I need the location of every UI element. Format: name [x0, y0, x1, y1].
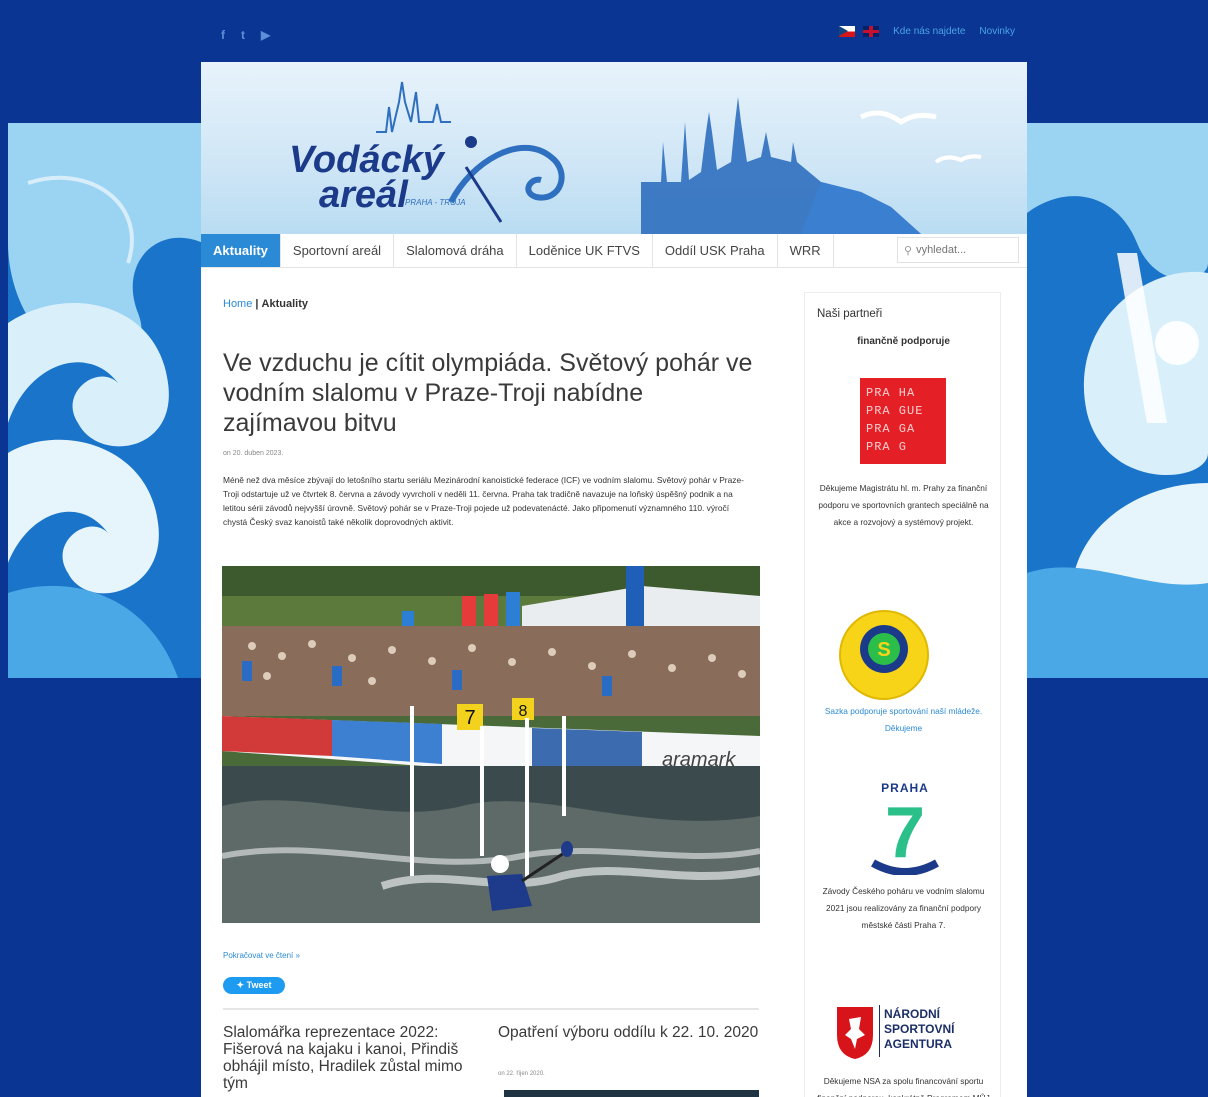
czech-flag-icon[interactable] [839, 26, 856, 37]
nav-item-lodenice[interactable]: Loděnice UK FTVS [517, 234, 653, 267]
header-banner: Vodácký areál PRAHA - TROJA [201, 62, 1027, 234]
uk-flag-icon[interactable] [863, 26, 880, 37]
breadcrumb-home-link[interactable]: Home [223, 298, 252, 310]
news-link[interactable]: Novinky [979, 26, 1015, 37]
nsa-logo[interactable]: NÁRODNÍ SPORTOVNÍ AGENTURA [835, 1005, 985, 1061]
nav-item-wrr[interactable]: WRR [778, 234, 834, 267]
tweet-label: Tweet [246, 980, 272, 990]
gate-number-8: 8 [519, 703, 528, 720]
youtube-icon[interactable]: ▶ [261, 28, 270, 42]
nsa-line: AGENTURA [884, 1037, 952, 1051]
nsa-text: Děkujeme NSA za spolu financování sportu… [817, 1076, 989, 1097]
right-wave-decoration [1027, 123, 1208, 678]
nav-item-aktuality[interactable]: Aktuality [201, 234, 281, 267]
svg-text:S: S [877, 639, 890, 661]
article-date: on 20. duben 2023. [223, 450, 284, 457]
article-title[interactable]: Ve vzduchu je cítit olympiáda. Světový p… [223, 348, 763, 438]
praha-logo[interactable]: PRA HA PRA GUE PRA GA PRA G [860, 378, 946, 464]
praha-logo-line: PRA GUE [866, 404, 924, 418]
praha7-text: Závody Českého poháru ve vodním slalomu … [822, 886, 985, 930]
praha-logo-line: PRA G [866, 440, 908, 454]
search-box[interactable]: ⚲ [897, 237, 1019, 263]
logo-tag: PRAHA - TROJA [405, 198, 466, 207]
sazka-logo[interactable]: S [838, 609, 930, 701]
post-date-2: on 22. říjen 2020. [498, 1071, 545, 1077]
sidebar-subtitle: finančně podporuje [857, 336, 950, 347]
praha7-number: 7 [885, 795, 925, 873]
praha7-title: PRAHA [881, 781, 929, 795]
post-title-1[interactable]: Slalomářka reprezentace 2022: Fišerová n… [223, 1024, 483, 1092]
logo-line2: areál [319, 174, 409, 216]
social-links: f t ▶ [221, 28, 270, 42]
breadcrumb-current: Aktuality [261, 298, 309, 310]
main-content: Home | Aktuality Ve vzduchu je cítit oly… [201, 268, 1027, 1097]
sidebar-title: Naši partneři [817, 308, 883, 320]
nsa-line: SPORTOVNÍ [884, 1022, 955, 1036]
search-icon: ⚲ [904, 244, 913, 257]
left-wave-decoration [8, 123, 203, 678]
search-input[interactable] [916, 244, 1007, 256]
article-body: Méně než dva měsíce zbývají do letošního… [223, 475, 744, 527]
facebook-icon[interactable]: f [221, 28, 225, 42]
partners-sidebar: Naši partneři finančně podporuje PRA HA … [804, 292, 1001, 1097]
article-divider [223, 1008, 759, 1010]
read-more-link[interactable]: Pokračovat ve čtení » [223, 951, 300, 960]
top-links: Kde nás najdete Novinky [839, 26, 1015, 37]
praha-logo-line: PRA GA [866, 422, 916, 436]
czech-lion-icon [837, 1007, 873, 1059]
praha7-logo[interactable]: PRAHA 7 [845, 781, 965, 880]
post-thumbnail-2[interactable] [504, 1090, 759, 1097]
twitter-icon[interactable]: t [241, 28, 245, 42]
sazka-text[interactable]: Sazka podporuje sportování naší mládeže.… [805, 703, 1002, 737]
nav-item-oddil-usk[interactable]: Oddíl USK Praha [653, 234, 778, 267]
breadcrumb: Home | Aktuality [223, 298, 308, 310]
post-title-2[interactable]: Opatření výboru oddílu k 22. 10. 2020 [498, 1024, 760, 1041]
twitter-bird-icon: ✦ [236, 980, 245, 990]
tweet-button[interactable]: ✦ Tweet [223, 977, 285, 994]
main-nav: Aktuality Sportovní areál Slalomová dráh… [201, 234, 1027, 268]
gate-number-7: 7 [464, 707, 475, 729]
nav-item-slalomova-draha[interactable]: Slalomová dráha [394, 234, 517, 267]
magistrat-text: Děkujeme Magistrátu hl. m. Prahy za fina… [818, 483, 989, 527]
article-photo[interactable]: aramark 7 8 [222, 566, 760, 923]
nsa-line: NÁRODNÍ [884, 1007, 940, 1021]
breadcrumb-separator: | [255, 298, 259, 310]
praha-logo-line: PRA HA [866, 386, 916, 400]
find-us-link[interactable]: Kde nás najdete [893, 26, 965, 37]
nav-item-sportovni-areal[interactable]: Sportovní areál [281, 234, 395, 267]
top-bar: f t ▶ Kde nás najdete Novinky [201, 10, 1027, 62]
